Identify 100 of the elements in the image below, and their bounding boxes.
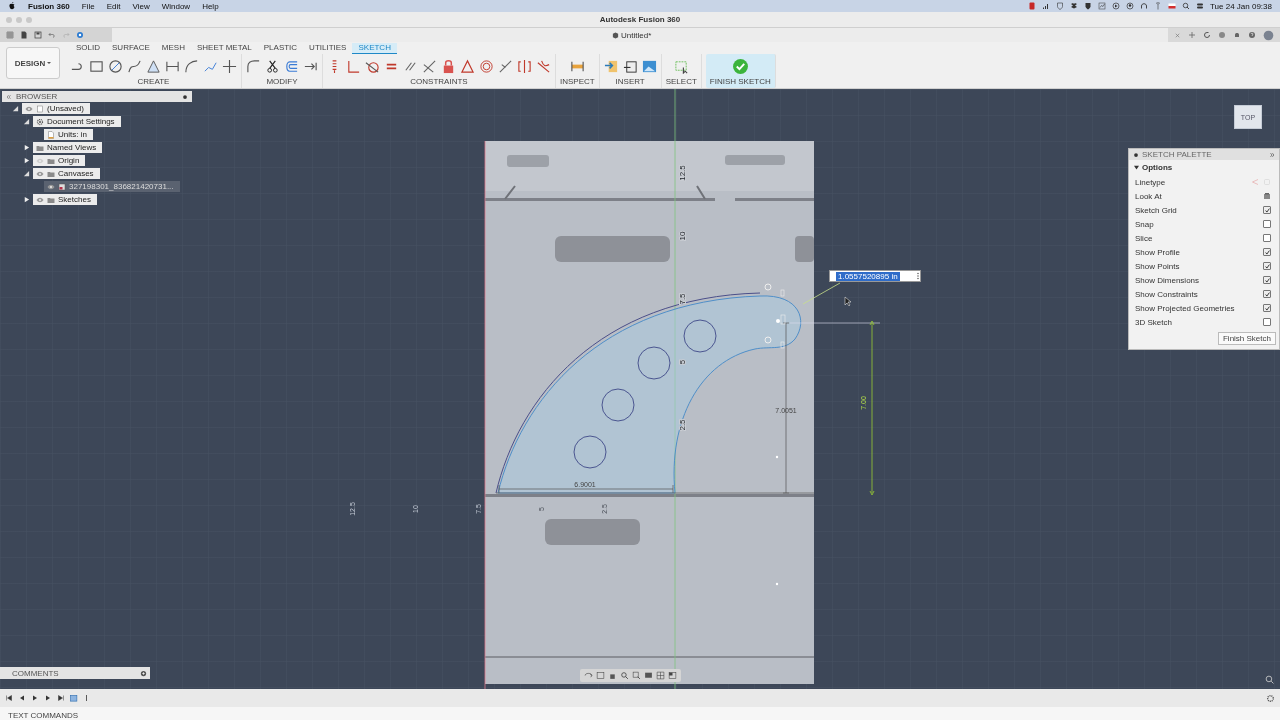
crosshair-icon[interactable]	[222, 58, 237, 74]
tool-group-label[interactable]: CREATE	[137, 77, 170, 86]
bell-icon[interactable]	[1233, 31, 1241, 39]
ribbon-tab[interactable]: SURFACE	[106, 43, 156, 54]
menu-item[interactable]: View	[132, 1, 150, 11]
step-forward-icon[interactable]	[44, 694, 52, 702]
shield-icon[interactable]	[1056, 2, 1064, 10]
angle-icon[interactable]	[422, 58, 437, 74]
expand-arrow-icon[interactable]	[23, 196, 30, 203]
orbit-icon[interactable]	[584, 671, 593, 680]
midpoint-icon[interactable]	[498, 58, 513, 74]
checkbox[interactable]	[1263, 206, 1271, 214]
tool-group-label[interactable]: CONSTRAINTS	[410, 77, 468, 86]
constraint-icon[interactable]	[764, 336, 785, 349]
checkbox[interactable]	[1263, 290, 1271, 298]
look-at-icon[interactable]	[1263, 192, 1271, 200]
display-icon[interactable]	[644, 671, 653, 680]
insert-box-icon[interactable]	[622, 58, 638, 74]
expand-arrow-icon[interactable]	[23, 118, 30, 125]
collapse-icon[interactable]	[6, 93, 12, 100]
perpendicular-icon[interactable]	[346, 58, 361, 74]
zoom-window-icon[interactable]	[632, 671, 641, 680]
curvature-icon[interactable]	[536, 58, 551, 74]
apple-icon[interactable]	[8, 2, 16, 10]
expand-arrow-icon[interactable]	[23, 170, 30, 177]
hole-circle[interactable]	[683, 319, 717, 353]
hole-circle[interactable]	[573, 435, 607, 469]
refresh-icon[interactable]	[1203, 31, 1211, 39]
menu-item[interactable]: Help	[202, 1, 219, 11]
expand-arrow-icon[interactable]	[23, 144, 30, 151]
checkbox[interactable]	[1263, 318, 1271, 326]
help-icon[interactable]	[1248, 31, 1256, 39]
record-icon[interactable]	[76, 31, 84, 39]
expand-arrow-icon[interactable]	[23, 157, 30, 164]
record-icon[interactable]	[1028, 2, 1036, 10]
viewports-icon[interactable]	[668, 671, 677, 680]
play-circle-icon[interactable]	[1112, 2, 1120, 10]
symmetry-icon[interactable]	[517, 58, 532, 74]
avatar-icon[interactable]	[1263, 29, 1274, 41]
finish-sketch-button[interactable]: Finish Sketch	[1217, 332, 1276, 345]
tool-group-label[interactable]: INSPECT	[560, 77, 595, 86]
scissors-icon[interactable]	[265, 58, 280, 74]
eye-icon[interactable]	[25, 105, 33, 112]
search-icon[interactable]	[1182, 2, 1190, 10]
shield-filled-icon[interactable]	[1084, 2, 1092, 10]
checkbox[interactable]	[1263, 234, 1271, 242]
tree-item[interactable]: 327198301_836821420731...	[44, 181, 180, 192]
checkbox[interactable]	[1263, 220, 1271, 228]
selection-box-icon[interactable]	[673, 58, 689, 74]
save-icon[interactable]	[34, 31, 42, 39]
dimension-line[interactable]	[869, 320, 875, 496]
workspace-dropdown[interactable]: DESIGN	[6, 47, 60, 79]
headphones-icon[interactable]	[1140, 2, 1148, 10]
menu-item[interactable]: Edit	[106, 1, 121, 11]
panel-header[interactable]: SKETCH PALETTE	[1129, 149, 1279, 160]
pin-icon[interactable]	[182, 93, 188, 100]
lock-icon[interactable]	[441, 58, 456, 74]
menu-item[interactable]: File	[81, 1, 95, 11]
ribbon-tab[interactable]: PLASTIC	[257, 43, 304, 54]
eye-icon[interactable]	[36, 170, 44, 177]
hole-circle[interactable]	[637, 346, 671, 380]
ribbon-tab[interactable]: MESH	[155, 43, 191, 54]
add-icon[interactable]	[140, 669, 147, 677]
step-back-icon[interactable]	[18, 694, 26, 702]
ribbon-tab[interactable]: UTILITIES	[303, 43, 353, 54]
sketch-feature-icon[interactable]	[70, 693, 80, 703]
expand-arrow-icon[interactable]	[12, 105, 19, 112]
document-tab[interactable]: Untitled*	[612, 29, 652, 41]
ribbon-tab[interactable]: SOLID	[70, 43, 106, 54]
signal-bars-icon[interactable]	[1042, 2, 1050, 10]
import-icon[interactable]	[603, 58, 619, 74]
checkbox[interactable]	[1263, 262, 1271, 270]
file-icon[interactable]	[20, 31, 28, 39]
plus-icon[interactable]	[1188, 31, 1196, 39]
constraint-icon[interactable]	[764, 283, 785, 297]
tree-item[interactable]: Document Settings	[33, 116, 121, 127]
tool-group-label[interactable]: MODIFY	[266, 77, 298, 86]
concentric-icon[interactable]	[479, 58, 494, 74]
rectangle-icon[interactable]	[89, 58, 104, 74]
boxes-icon[interactable]	[1070, 2, 1078, 10]
zoom-icon[interactable]	[620, 671, 629, 680]
eye-icon[interactable]	[36, 196, 44, 203]
chart-icon[interactable]	[1098, 2, 1106, 10]
tree-item[interactable]: (Unsaved)	[22, 103, 90, 114]
control-center-icon[interactable]	[1196, 2, 1204, 10]
settings-icon[interactable]	[1266, 693, 1275, 703]
clock[interactable]: Tue 24 Jan 09:38	[1210, 1, 1272, 11]
app-menu[interactable]: Fusion 360	[28, 1, 70, 11]
hole-circle[interactable]	[601, 388, 635, 422]
pin-icon[interactable]	[1133, 151, 1139, 158]
triangle-icon[interactable]	[146, 58, 161, 74]
fillet-icon[interactable]	[246, 58, 261, 74]
checkmark-icon[interactable]	[731, 57, 749, 75]
play-icon[interactable]	[31, 694, 39, 702]
constraint-icon[interactable]	[776, 314, 786, 325]
zoom-icon[interactable]	[1265, 675, 1274, 684]
checkbox[interactable]	[1263, 248, 1271, 256]
flag-icon[interactable]	[1168, 2, 1176, 10]
more-icon[interactable]	[916, 272, 920, 280]
grid-settings-icon[interactable]	[656, 671, 665, 680]
